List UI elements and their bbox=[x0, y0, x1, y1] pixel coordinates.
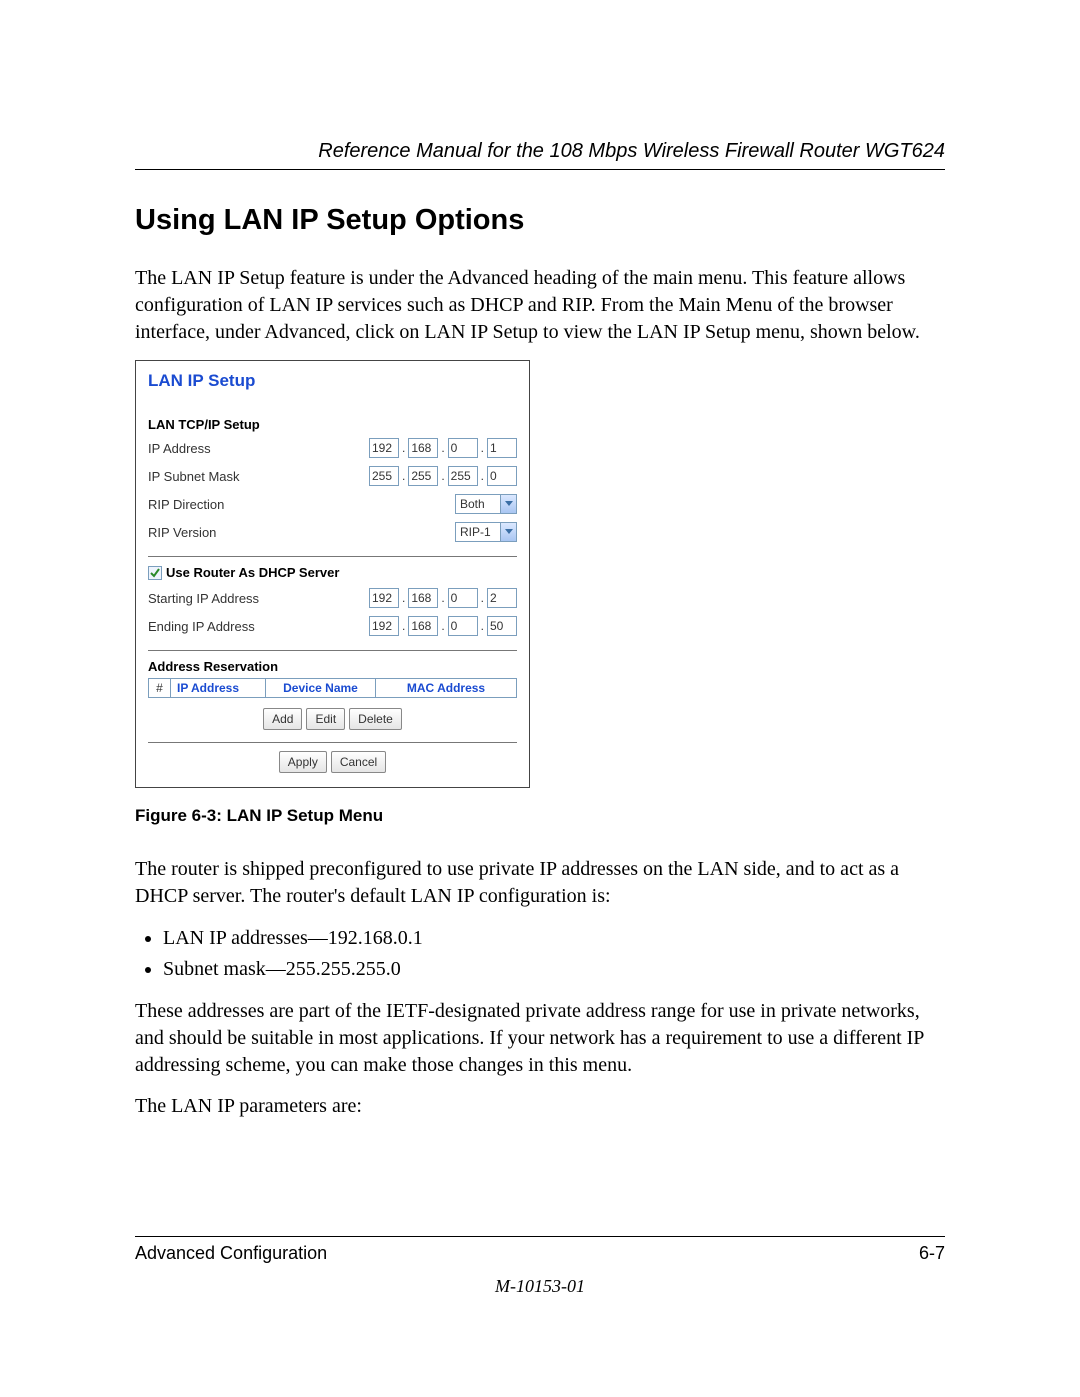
lan-ip-setup-screenshot: LAN IP Setup LAN TCP/IP Setup IP Address… bbox=[135, 360, 530, 788]
tcpip-section-label: LAN TCP/IP Setup bbox=[148, 417, 517, 432]
chevron-down-icon bbox=[500, 523, 516, 541]
start-oct-3[interactable]: 0 bbox=[448, 588, 478, 608]
delete-button[interactable]: Delete bbox=[349, 708, 402, 730]
col-num: # bbox=[149, 679, 171, 697]
rip-direction-select[interactable]: Both bbox=[455, 494, 517, 514]
section-heading: Using LAN IP Setup Options bbox=[135, 204, 945, 237]
panel-title: LAN IP Setup bbox=[148, 371, 517, 391]
dhcp-end-row: Ending IP Address 192. 168. 0. 50 bbox=[148, 614, 517, 638]
dhcp-checkbox-row: Use Router As DHCP Server bbox=[148, 565, 517, 580]
after-figure-paragraph: The router is shipped preconfigured to u… bbox=[135, 856, 945, 910]
start-oct-2[interactable]: 168 bbox=[408, 588, 438, 608]
rip-version-select[interactable]: RIP-1 bbox=[455, 522, 517, 542]
start-oct-1[interactable]: 192 bbox=[369, 588, 399, 608]
header-rule bbox=[135, 169, 945, 170]
cancel-button[interactable]: Cancel bbox=[331, 751, 386, 773]
dhcp-start-label: Starting IP Address bbox=[148, 591, 369, 606]
ip-oct-2[interactable]: 168 bbox=[408, 438, 438, 458]
dhcp-start-row: Starting IP Address 192. 168. 0. 2 bbox=[148, 586, 517, 610]
footer-section: Advanced Configuration bbox=[135, 1243, 327, 1264]
end-oct-3[interactable]: 0 bbox=[448, 616, 478, 636]
rip-direction-value: Both bbox=[460, 495, 485, 513]
sub-oct-4[interactable]: 0 bbox=[487, 466, 517, 486]
subnet-row: IP Subnet Mask 255. 255. 255. 0 bbox=[148, 464, 517, 488]
sub-oct-3[interactable]: 255 bbox=[448, 466, 478, 486]
reservation-heading: Address Reservation bbox=[148, 659, 517, 674]
apply-button[interactable]: Apply bbox=[279, 751, 327, 773]
list-item: Subnet mask—255.255.255.0 bbox=[163, 955, 945, 984]
col-mac: MAC Address bbox=[376, 679, 516, 697]
col-device: Device Name bbox=[266, 679, 376, 697]
ip-address-label: IP Address bbox=[148, 441, 369, 456]
dhcp-checkbox[interactable] bbox=[148, 566, 162, 580]
check-icon bbox=[150, 568, 160, 578]
add-button[interactable]: Add bbox=[263, 708, 302, 730]
edit-button[interactable]: Edit bbox=[306, 708, 345, 730]
dhcp-end-label: Ending IP Address bbox=[148, 619, 369, 634]
figure-caption: Figure 6-3: LAN IP Setup Menu bbox=[135, 806, 945, 826]
sub-oct-1[interactable]: 255 bbox=[369, 466, 399, 486]
page-number: 6-7 bbox=[919, 1243, 945, 1264]
start-oct-4[interactable]: 2 bbox=[487, 588, 517, 608]
rip-version-row: RIP Version RIP-1 bbox=[148, 520, 517, 544]
sub-oct-2[interactable]: 255 bbox=[408, 466, 438, 486]
dhcp-checkbox-label: Use Router As DHCP Server bbox=[166, 565, 339, 580]
ip-oct-3[interactable]: 0 bbox=[448, 438, 478, 458]
ietf-paragraph: These addresses are part of the IETF-des… bbox=[135, 998, 945, 1079]
chevron-down-icon bbox=[500, 495, 516, 513]
end-oct-2[interactable]: 168 bbox=[408, 616, 438, 636]
rip-version-value: RIP-1 bbox=[460, 523, 491, 541]
defaults-list: LAN IP addresses—192.168.0.1 Subnet mask… bbox=[135, 924, 945, 984]
rip-direction-label: RIP Direction bbox=[148, 497, 455, 512]
end-oct-1[interactable]: 192 bbox=[369, 616, 399, 636]
ip-address-row: IP Address 192. 168. 0. 1 bbox=[148, 436, 517, 460]
footer-rule bbox=[135, 1236, 945, 1237]
end-oct-4[interactable]: 50 bbox=[487, 616, 517, 636]
intro-paragraph: The LAN IP Setup feature is under the Ad… bbox=[135, 265, 945, 346]
col-ip: IP Address bbox=[171, 679, 266, 697]
rip-direction-row: RIP Direction Both bbox=[148, 492, 517, 516]
manual-title: Reference Manual for the 108 Mbps Wirele… bbox=[135, 140, 945, 163]
rip-version-label: RIP Version bbox=[148, 525, 455, 540]
document-number: M-10153-01 bbox=[135, 1276, 945, 1297]
list-item: LAN IP addresses—192.168.0.1 bbox=[163, 924, 945, 953]
page-footer: Advanced Configuration 6-7 M-10153-01 bbox=[135, 1236, 945, 1297]
params-paragraph: The LAN IP parameters are: bbox=[135, 1093, 945, 1120]
ip-oct-1[interactable]: 192 bbox=[369, 438, 399, 458]
reservation-table: # IP Address Device Name MAC Address bbox=[148, 678, 517, 698]
ip-oct-4[interactable]: 1 bbox=[487, 438, 517, 458]
subnet-label: IP Subnet Mask bbox=[148, 469, 369, 484]
